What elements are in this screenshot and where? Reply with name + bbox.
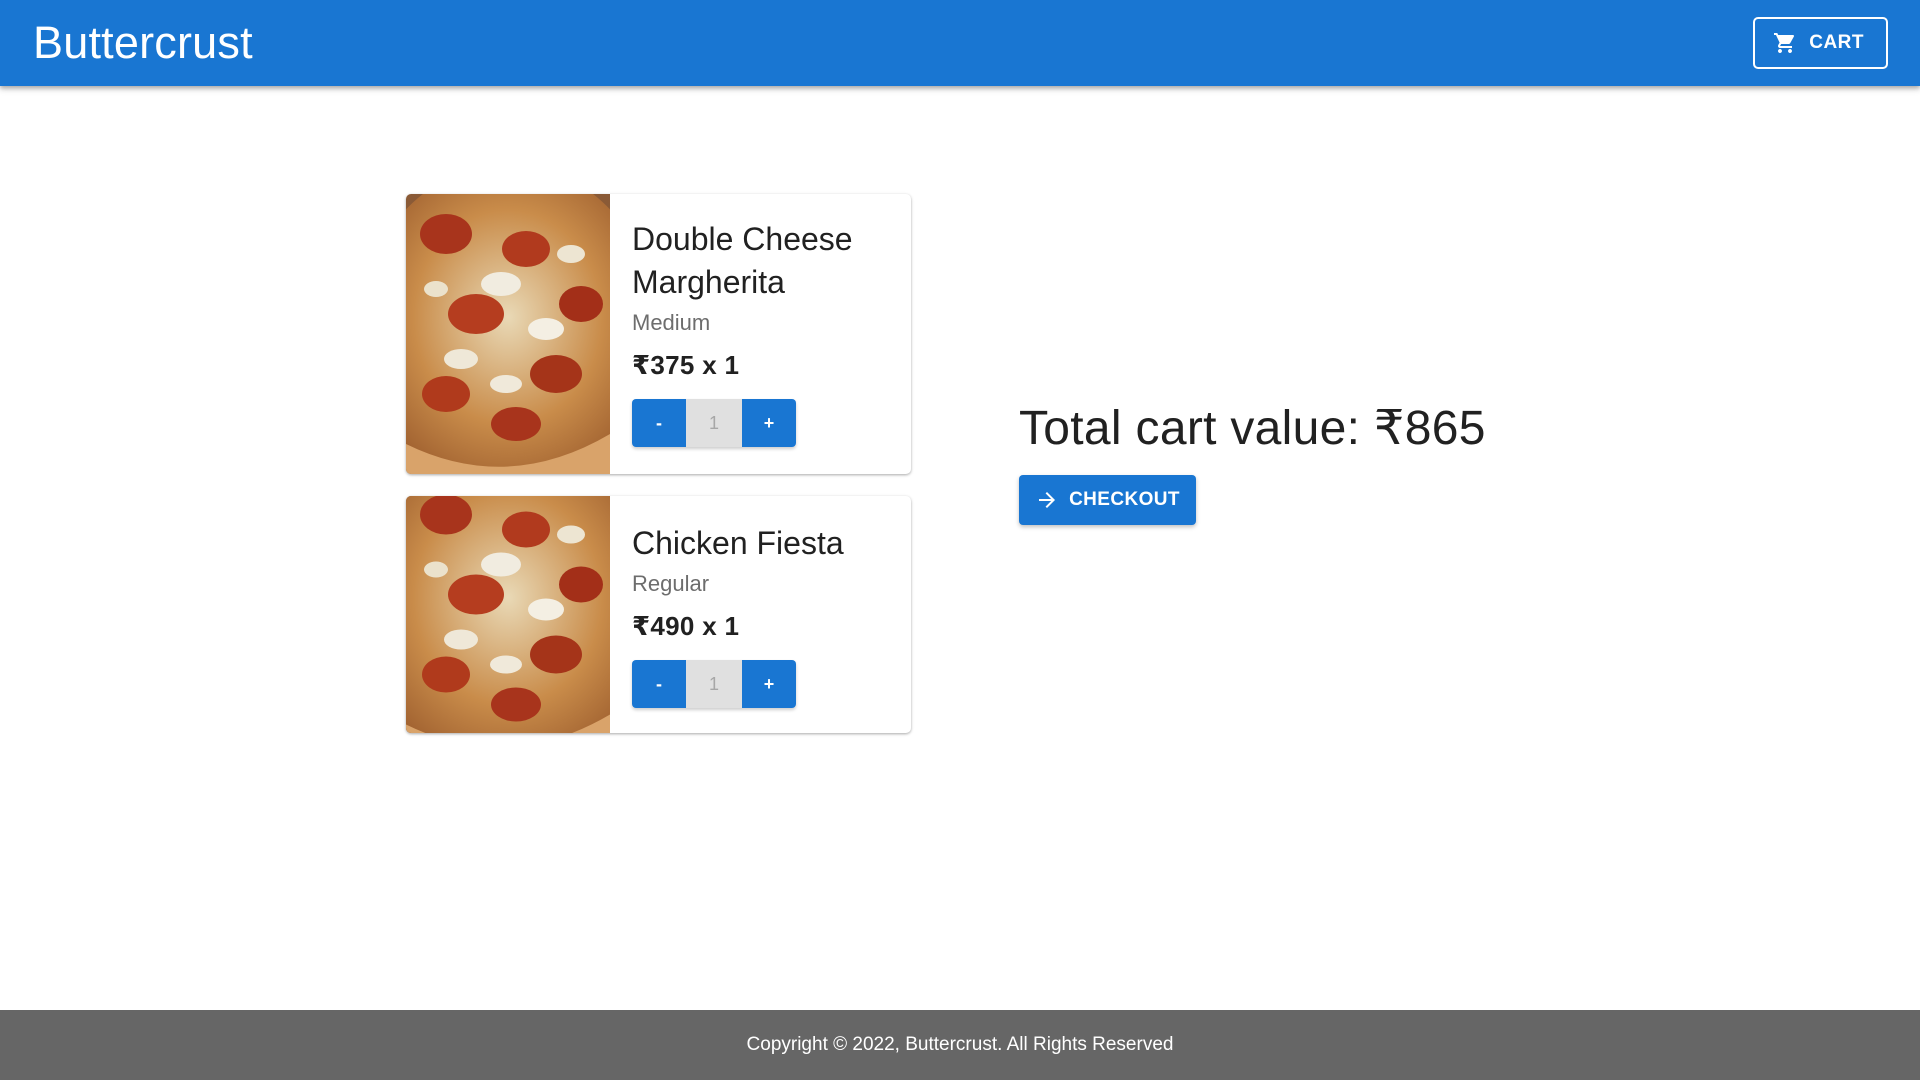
cart-item-details: Chicken Fiesta Regular ₹490 x 1 - 1 + <box>610 496 911 733</box>
quantity-value: 1 <box>686 399 742 447</box>
cart-total: Total cart value: ₹865 <box>1019 402 1486 455</box>
decrement-button[interactable]: - <box>632 399 686 447</box>
app-bar: Buttercrust CART <box>0 0 1920 86</box>
arrow-right-icon <box>1035 488 1059 512</box>
item-size: Medium <box>632 310 711 335</box>
brand-title[interactable]: Buttercrust <box>33 17 253 69</box>
item-price: ₹375 x 1 <box>632 350 740 380</box>
checkout-button-label: CHECKOUT <box>1069 489 1180 510</box>
quantity-stepper: - 1 + <box>632 660 796 708</box>
decrement-button[interactable]: - <box>632 660 686 708</box>
shopping-cart-icon <box>1773 31 1797 55</box>
cart-button[interactable]: CART <box>1753 17 1888 69</box>
pizza-image <box>406 194 610 474</box>
increment-button[interactable]: + <box>742 399 796 447</box>
item-name: Chicken Fiesta <box>632 525 844 561</box>
quantity-stepper: - 1 + <box>632 399 796 447</box>
cart-item-details: Double Cheese Margherita Medium ₹375 x 1… <box>610 194 911 474</box>
cart-item-card: Chicken Fiesta Regular ₹490 x 1 - 1 + <box>406 496 911 733</box>
cart-item-card: Double Cheese Margherita Medium ₹375 x 1… <box>406 194 911 474</box>
pizza-image <box>406 496 610 733</box>
cart-button-label: CART <box>1809 32 1864 53</box>
item-price: ₹490 x 1 <box>632 611 740 641</box>
checkout-button[interactable]: CHECKOUT <box>1019 475 1196 525</box>
item-name: Double Cheese Margherita <box>632 221 853 300</box>
footer: Copyright © 2022, Buttercrust. All Right… <box>0 1010 1920 1080</box>
increment-button[interactable]: + <box>742 660 796 708</box>
copyright-text: Copyright © 2022, Buttercrust. All Right… <box>746 1034 1174 1055</box>
item-size: Regular <box>632 571 710 596</box>
quantity-value: 1 <box>686 660 742 708</box>
